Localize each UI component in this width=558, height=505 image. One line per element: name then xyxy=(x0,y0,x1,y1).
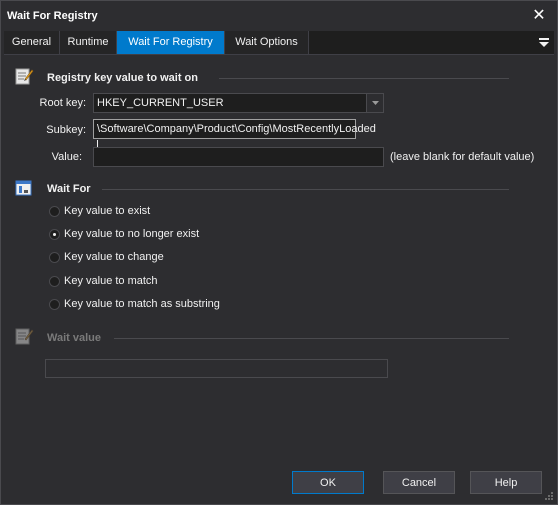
registry-section-title: Registry key value to wait on xyxy=(47,72,198,84)
radio-key-value-no-longer-exist[interactable]: Key value to no longer exist xyxy=(49,226,199,242)
radio-label: Key value to change xyxy=(64,251,164,263)
radio-label: Key value to match xyxy=(64,275,158,287)
registry-edit-icon xyxy=(14,326,34,346)
subkey-input[interactable]: \Software\Company\Product\Config\MostRec… xyxy=(93,119,376,152)
window-title: Wait For Registry xyxy=(7,10,98,22)
radio-button[interactable] xyxy=(49,298,60,310)
radio-label: Key value to no longer exist xyxy=(64,228,200,240)
section-divider xyxy=(114,338,509,339)
cancel-button[interactable]: Cancel xyxy=(383,471,455,494)
help-button[interactable]: Help xyxy=(470,471,542,494)
window-wait-icon xyxy=(14,178,34,198)
radio-button[interactable] xyxy=(49,251,60,263)
wait-for-section-title: Wait For xyxy=(47,183,91,195)
radio-label: Key value to exist xyxy=(64,205,151,217)
tab-overflow-menu-icon[interactable] xyxy=(538,35,550,49)
radio-key-value-exist[interactable]: Key value to exist xyxy=(49,203,150,219)
tab-bar: General Runtime Wait For Registry Wait O… xyxy=(4,31,554,54)
resize-grip-icon[interactable] xyxy=(544,491,554,501)
registry-edit-icon xyxy=(14,66,34,86)
chevron-down-icon[interactable] xyxy=(366,94,383,112)
tab-runtime[interactable]: Runtime xyxy=(60,31,117,54)
root-key-label: Root key: xyxy=(39,97,86,109)
tab-content-panel: Registry key value to wait on Root key: … xyxy=(4,54,554,450)
radio-button[interactable] xyxy=(49,205,60,217)
section-divider xyxy=(219,78,509,79)
radio-button-selected[interactable] xyxy=(49,228,60,240)
close-icon[interactable]: ✕ xyxy=(529,5,549,25)
wait-value-section-title: Wait value xyxy=(47,332,101,344)
radio-label: Key value to match as substring xyxy=(64,298,220,310)
value-label: Value: xyxy=(51,151,82,163)
root-key-combobox[interactable]: HKEY_CURRENT_USER xyxy=(93,93,384,113)
subkey-value: \Software\Company\Product\Config\MostRec… xyxy=(97,123,376,135)
radio-button[interactable] xyxy=(49,275,60,287)
dialog-window: Wait For Registry ✕ General Runtime Wait… xyxy=(0,0,558,505)
value-input[interactable] xyxy=(93,147,384,167)
radio-key-value-match-substring[interactable]: Key value to match as substring xyxy=(49,296,220,312)
root-key-value: HKEY_CURRENT_USER xyxy=(97,97,224,109)
ok-button[interactable]: OK xyxy=(292,471,364,494)
title-bar: Wait For Registry ✕ xyxy=(1,1,557,30)
radio-key-value-match[interactable]: Key value to match xyxy=(49,273,158,289)
radio-key-value-change[interactable]: Key value to change xyxy=(49,249,164,265)
tab-general[interactable]: General xyxy=(4,31,60,54)
tab-wait-for-registry[interactable]: Wait For Registry xyxy=(117,31,225,54)
subkey-label: Subkey: xyxy=(46,124,86,136)
section-divider xyxy=(102,189,509,190)
value-hint: (leave blank for default value) xyxy=(390,151,535,163)
wait-value-input[interactable] xyxy=(45,359,388,378)
tab-wait-options[interactable]: Wait Options xyxy=(225,31,309,54)
